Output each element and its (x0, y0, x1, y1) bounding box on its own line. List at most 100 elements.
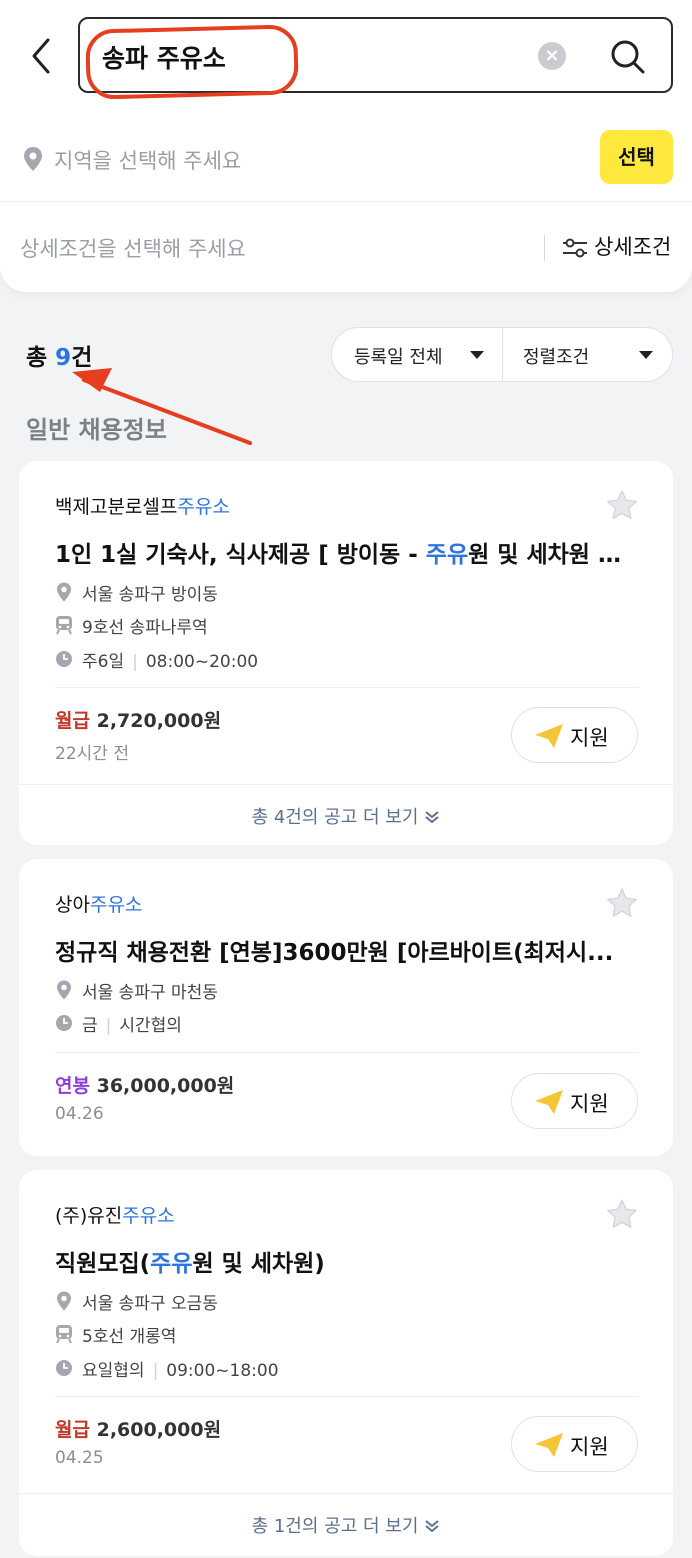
company-name-highlight: 주유소 (177, 496, 230, 518)
search-input[interactable]: 송파 주유소 × (78, 17, 673, 100)
divider (55, 687, 639, 688)
job-days: 금 (82, 1016, 98, 1036)
job-card[interactable]: (주)유진주유소 직원모집(주유원 및 세차원) 서울 송파구 오금동 5호선 … (19, 1170, 673, 1556)
divider (544, 235, 545, 261)
apply-label: 지원 (570, 1092, 609, 1116)
location-pin-icon (57, 1291, 71, 1311)
clock-icon (56, 651, 72, 667)
result-count-number: 9 (55, 345, 72, 371)
job-pay: 월급 2,600,000원 (55, 1415, 221, 1442)
job-location-text: 서울 송파구 마천동 (82, 983, 218, 1003)
job-title[interactable]: 1인 1실 기숙사, 식사제공 [ 방이동 - 주유원 및 세차원 모... (55, 535, 635, 569)
subway-icon (56, 1325, 72, 1344)
more-postings-button[interactable]: 총 1건의 공고 더 보기 (19, 1493, 673, 1555)
pay-type: 월급 (55, 1419, 90, 1441)
search-icon[interactable] (608, 37, 648, 77)
sort-dropdown[interactable]: 정렬조건 (523, 343, 589, 369)
posted-time: 04.26 (55, 1104, 104, 1124)
paper-plane-icon (535, 1433, 563, 1457)
apply-button[interactable]: 지원 (511, 1073, 638, 1129)
job-title-text: 정규직 채용전환 [연봉]3600만원 [아르바이트(최저시... (55, 940, 614, 966)
divider (55, 1052, 639, 1053)
company-name-text: 백제고분로셀프 (55, 496, 178, 518)
job-title-text: 직원모집( (55, 1251, 151, 1277)
location-pin-icon (57, 980, 71, 1000)
job-hours: 08:00~20:00 (145, 652, 259, 672)
company-name-text: 상아 (55, 894, 90, 916)
pay-amount: 2,720,000원 (96, 710, 222, 732)
result-count: 총 9건 (26, 338, 92, 372)
job-schedule-text: 금 | 시간협의 (82, 1016, 182, 1036)
posted-time: 04.25 (55, 1448, 104, 1468)
apply-button[interactable]: 지원 (511, 707, 638, 763)
company-name: (주)유진주유소 (55, 1201, 175, 1228)
job-pay: 월급 2,720,000원 (55, 706, 221, 733)
job-pay: 연봉 36,000,000원 (55, 1071, 234, 1098)
job-station-text: 5호선 개롱역 (82, 1327, 177, 1347)
company-name-highlight: 주유소 (122, 1205, 175, 1227)
job-days: 주6일 (82, 652, 125, 672)
condition-placeholder[interactable]: 상세조건을 선택해 주세요 (20, 233, 246, 263)
search-header: 송파 주유소 × 지역을 선택해 주세요 선택 상세조건을 선택해 주세요 상세… (0, 0, 692, 292)
search-query-text[interactable]: 송파 주유소 (102, 39, 226, 75)
more-postings-button[interactable]: 총 4건의 공고 더 보기 (19, 784, 673, 846)
clock-icon (56, 1360, 72, 1376)
job-title-text: 원 및 세차원 모... (468, 542, 635, 568)
apply-button[interactable]: 지원 (511, 1416, 638, 1472)
job-station-text: 9호선 송파나루역 (82, 618, 208, 638)
job-title-text: 1인 1실 기숙사, 식사제공 [ 방이동 - (55, 542, 426, 568)
apply-label: 지원 (570, 1435, 609, 1459)
company-name: 상아주유소 (55, 890, 142, 917)
location-pin-icon (24, 147, 42, 171)
job-days: 요일협의 (82, 1361, 145, 1381)
company-name-text: (주)유진 (55, 1205, 123, 1227)
result-count-suffix: 건 (71, 345, 93, 371)
job-hours: 시간협의 (119, 1016, 182, 1036)
divider (502, 328, 503, 381)
job-hours: 09:00~18:00 (166, 1361, 279, 1381)
region-placeholder[interactable]: 지역을 선택해 주세요 (54, 145, 241, 175)
double-chevron-down-icon (425, 1520, 440, 1533)
condition-selector[interactable]: 상세조건을 선택해 주세요 상세조건 (0, 203, 692, 291)
pay-amount: 2,600,000원 (96, 1419, 222, 1441)
back-arrow-icon[interactable] (24, 34, 58, 78)
clock-icon (56, 1015, 72, 1031)
filter-icon[interactable] (562, 237, 588, 259)
paper-plane-icon (535, 1090, 563, 1114)
job-title-highlight: 주유 (425, 542, 469, 568)
star-icon[interactable] (606, 887, 638, 919)
job-location-text: 서울 송파구 방이동 (82, 585, 218, 605)
star-icon[interactable] (606, 1198, 638, 1230)
clear-icon[interactable]: × (538, 42, 566, 70)
detail-conditions-button[interactable]: 상세조건 (594, 231, 671, 261)
job-schedule-text: 요일협의 | 09:00~18:00 (82, 1361, 279, 1381)
date-filter-dropdown[interactable]: 등록일 전체 (354, 343, 443, 369)
divider (55, 1396, 639, 1397)
posted-time: 22시간 전 (55, 744, 129, 764)
job-title[interactable]: 정규직 채용전환 [연봉]3600만원 [아르바이트(최저시... (55, 933, 635, 967)
region-selector[interactable]: 지역을 선택해 주세요 선택 (0, 112, 692, 202)
job-schedule-text: 주6일 | 08:00~20:00 (82, 652, 259, 672)
region-select-button[interactable]: 선택 (600, 130, 673, 184)
section-title: 일반 채용정보 (26, 416, 167, 444)
job-card[interactable]: 백제고분로셀프주유소 1인 1실 기숙사, 식사제공 [ 방이동 - 주유원 및… (19, 461, 673, 845)
more-postings-label: 총 4건의 공고 더 보기 (252, 807, 441, 828)
sort-filter-group: 등록일 전체 정렬조건 (331, 327, 673, 382)
company-name-highlight: 주유소 (89, 894, 143, 916)
location-pin-icon (57, 582, 71, 602)
company-name: 백제고분로셀프주유소 (55, 492, 230, 519)
caret-down-icon (639, 351, 653, 359)
paper-plane-icon (535, 724, 563, 748)
job-title-highlight: 주유 (150, 1251, 193, 1277)
subway-icon (56, 616, 72, 635)
job-title[interactable]: 직원모집(주유원 및 세차원) (55, 1244, 635, 1278)
double-chevron-down-icon (425, 811, 440, 824)
more-postings-label: 총 1건의 공고 더 보기 (252, 1516, 441, 1537)
pay-amount: 36,000,000원 (96, 1075, 235, 1097)
star-icon[interactable] (606, 489, 638, 521)
pay-type: 연봉 (55, 1075, 90, 1097)
job-card[interactable]: 상아주유소 정규직 채용전환 [연봉]3600만원 [아르바이트(최저시... … (19, 859, 673, 1156)
more-postings-text: 총 4건의 공고 더 보기 (251, 807, 419, 828)
more-postings-text: 총 1건의 공고 더 보기 (251, 1516, 419, 1537)
pay-type: 월급 (55, 710, 90, 732)
